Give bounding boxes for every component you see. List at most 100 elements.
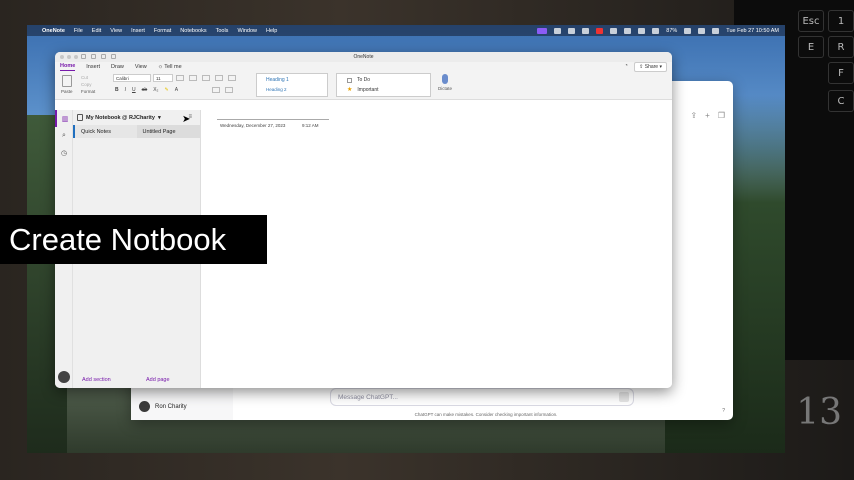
menu-edit[interactable]: Edit [92, 28, 101, 34]
tags-gallery[interactable]: To Do ★ Important [336, 73, 431, 97]
onenote-titlebar: OneNote [55, 52, 672, 62]
zoom-window-button[interactable] [74, 55, 78, 59]
styles-gallery[interactable]: Heading 1 Heading 2 [256, 73, 328, 97]
control-center-icon[interactable] [712, 27, 720, 34]
outdent-icon[interactable] [202, 75, 210, 81]
highlight-icon[interactable]: ✎ [164, 87, 168, 93]
user-name: Ron Charity [155, 403, 187, 410]
menu-help[interactable]: Help [266, 28, 277, 34]
print-icon[interactable] [101, 54, 106, 59]
bold-button[interactable]: B [115, 87, 119, 93]
menu-insert[interactable]: Insert [131, 28, 145, 34]
screen-record-icon[interactable] [537, 27, 548, 34]
font-family-select[interactable]: Calibri [113, 74, 151, 82]
avatar[interactable] [58, 371, 70, 383]
menu-view[interactable]: View [110, 28, 122, 34]
format-painter-button[interactable]: Format [81, 88, 95, 95]
spotlight-icon[interactable] [698, 27, 706, 34]
chatgpt-user[interactable]: Ron Charity [139, 401, 187, 412]
minimize-window-button[interactable] [67, 55, 71, 59]
mac-menubar: OneNote File Edit View Insert Format Not… [27, 25, 785, 36]
tag-todo-label: To Do [357, 77, 371, 83]
delete-icon[interactable] [225, 87, 233, 93]
clipboard-icon [61, 75, 72, 87]
s-app-icon[interactable] [596, 27, 604, 34]
menubar-clock[interactable]: Tue Feb 27 10:50 AM [726, 28, 779, 34]
volume-icon[interactable] [638, 27, 646, 34]
cut-button[interactable]: Cut [81, 74, 95, 81]
font-color-icon[interactable]: A [175, 87, 178, 93]
redo-icon[interactable] [91, 54, 96, 59]
copy-icon[interactable]: ❐ [718, 111, 725, 120]
bullets-icon[interactable] [176, 75, 184, 81]
new-chat-icon[interactable]: + [705, 111, 710, 120]
help-button[interactable]: ? [722, 408, 725, 414]
clipboard-group: Cut Copy Format [81, 74, 95, 95]
menu-file[interactable]: File [74, 28, 83, 34]
page-untitled[interactable]: Untitled Page [136, 125, 200, 138]
close-window-button[interactable] [60, 55, 64, 59]
undo-icon[interactable] [81, 54, 86, 59]
checkbox-icon [347, 77, 352, 83]
sync-icon[interactable] [111, 54, 116, 59]
notebooks-icon[interactable]: ▥ [55, 110, 73, 127]
cloud-icon[interactable] [568, 27, 576, 34]
italic-button[interactable]: I [125, 87, 126, 93]
page-canvas[interactable]: Wednesday, December 27, 2023 9:12 AM [202, 110, 672, 388]
notification-icon[interactable]: ◔ [624, 63, 628, 69]
menu-window[interactable]: Window [237, 28, 257, 34]
home-ribbon: Paste Cut Copy Format Calibri 11 B I U a… [55, 72, 672, 100]
tag-important[interactable]: ★ Important [337, 83, 430, 94]
page-time: 9:12 AM [302, 123, 319, 128]
search-icon[interactable]: ⌕ [55, 127, 73, 144]
display-icon[interactable] [554, 27, 562, 34]
tell-me-search[interactable]: ☼ Tell me [158, 64, 182, 70]
dropbox-icon[interactable] [582, 27, 590, 34]
drive-icon[interactable] [624, 27, 632, 34]
style-heading-1[interactable]: Heading 1 [257, 74, 327, 83]
font-size-select[interactable]: 11 [153, 74, 173, 82]
copy-button[interactable]: Copy [81, 81, 95, 88]
page-title-field[interactable] [217, 119, 329, 120]
bluetooth-icon[interactable] [652, 27, 660, 34]
send-button[interactable] [619, 392, 629, 402]
tag-todo[interactable]: To Do [337, 74, 430, 83]
share-icon[interactable]: ⇪ [690, 111, 697, 120]
chatgpt-message-input[interactable]: Message ChatGPT... [330, 388, 634, 406]
underline-button[interactable]: U [132, 87, 136, 93]
tab-draw[interactable]: Draw [111, 64, 124, 70]
paste-button[interactable]: Paste [61, 75, 73, 94]
clear-format-icon[interactable] [228, 75, 236, 81]
add-section-button[interactable]: Add section [82, 377, 111, 383]
key-r: R [828, 36, 854, 58]
chatgpt-icon[interactable] [610, 27, 618, 34]
key-1: 1 [828, 10, 854, 32]
strikethrough-button[interactable]: ab [142, 87, 148, 93]
chevron-down-icon: ▾ [157, 114, 161, 121]
sort-icon[interactable]: ≡ [188, 114, 192, 120]
style-heading-2[interactable]: Heading 2 [257, 83, 327, 92]
menu-tools[interactable]: Tools [216, 28, 229, 34]
notebook-selector[interactable]: My Notebook @ RJCharity ▾ [73, 110, 200, 125]
section-quick-notes[interactable]: Quick Notes [73, 125, 137, 138]
star-icon: ★ [347, 87, 353, 93]
wifi-icon[interactable] [684, 27, 692, 34]
menu-app-name[interactable]: OneNote [42, 28, 65, 34]
subscript-button[interactable]: X₂ [153, 87, 158, 93]
tab-insert[interactable]: Insert [86, 64, 100, 70]
align-icon[interactable] [212, 87, 220, 93]
add-page-button[interactable]: Add page [146, 377, 170, 383]
indent-icon[interactable] [215, 75, 223, 81]
recent-notes-icon[interactable]: ◷ [55, 144, 73, 161]
window-title: OneNote [353, 54, 374, 60]
dictate-button[interactable]: Dictate [438, 74, 452, 91]
notebook-icon [77, 114, 83, 121]
menu-notebooks[interactable]: Notebooks [180, 28, 206, 34]
menu-format[interactable]: Format [154, 28, 171, 34]
key-e: E [798, 36, 824, 58]
tab-home[interactable]: Home [60, 63, 76, 71]
share-button[interactable]: ⇪ Share ▾ [634, 62, 667, 72]
numbering-icon[interactable] [189, 75, 197, 81]
tab-view[interactable]: View [135, 64, 147, 70]
chatgpt-sidebar-footer: Ron Charity [131, 386, 233, 420]
